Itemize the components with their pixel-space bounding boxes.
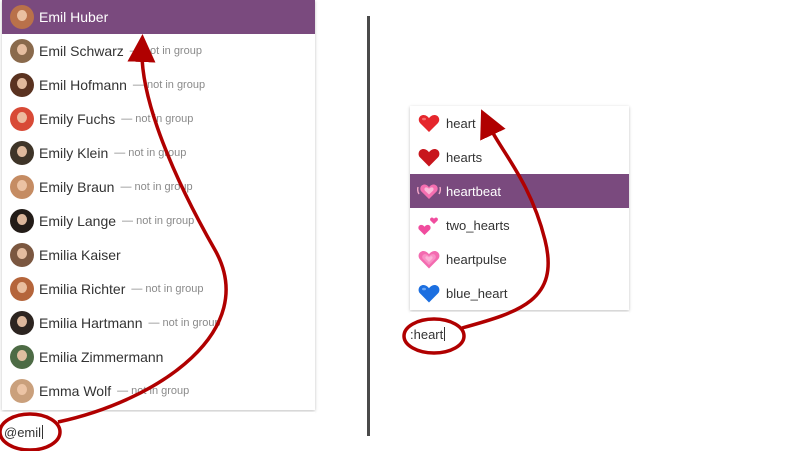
- hearts-suit-icon: [418, 149, 440, 167]
- mention-name: Emilia Zimmermann: [39, 349, 164, 365]
- mention-item[interactable]: Emily Lange — not in group: [2, 204, 315, 238]
- mention-name: Emilia Richter: [39, 281, 126, 297]
- mention-name: Emilia Kaiser: [39, 247, 121, 263]
- mention-item[interactable]: Emily Braun — not in group: [2, 170, 315, 204]
- mention-item[interactable]: Emily Fuchs — not in group: [2, 102, 315, 136]
- user-avatar: [10, 73, 34, 97]
- mention-item[interactable]: Emil Huber: [2, 0, 315, 34]
- mention-item[interactable]: Emil Hofmann — not in group: [2, 68, 315, 102]
- mention-name: Emil Hofmann: [39, 77, 127, 93]
- red-heart-icon: [418, 115, 440, 132]
- user-avatar: [10, 311, 34, 335]
- user-avatar: [10, 277, 34, 301]
- mention-item[interactable]: Emil Schwarz — not in group: [2, 34, 315, 68]
- mention-name: Emily Braun: [39, 179, 115, 195]
- not-in-group-note: — not in group: [129, 45, 202, 57]
- not-in-group-note: — not in group: [131, 283, 204, 295]
- emoji-item[interactable]: heartbeat: [410, 174, 629, 208]
- mention-item[interactable]: Emilia Richter — not in group: [2, 272, 315, 306]
- user-avatar: [10, 175, 34, 199]
- not-in-group-note: — not in group: [122, 215, 195, 227]
- screenshot-canvas: Emil Huber Emil Schwarz — not in group E…: [0, 0, 791, 451]
- emoji-label: heart: [446, 115, 476, 131]
- not-in-group-note: — not in group: [117, 385, 190, 397]
- not-in-group-note: — not in group: [132, 79, 206, 91]
- not-in-group-note: — not in group: [114, 147, 187, 159]
- mention-text-input[interactable]: @emil: [0, 412, 315, 451]
- user-avatar: [10, 379, 34, 403]
- emoji-item[interactable]: hearts: [410, 140, 629, 174]
- emoji-text-input[interactable]: :heart: [410, 312, 629, 356]
- user-avatar: [10, 39, 34, 63]
- growing-heart-icon: [418, 251, 440, 269]
- user-avatar: [10, 345, 34, 369]
- mention-item[interactable]: Emilia Hartmann — not in group: [2, 306, 315, 340]
- user-avatar: [10, 107, 34, 131]
- emoji-item[interactable]: heart: [410, 106, 629, 140]
- blue-heart-icon: [418, 285, 440, 303]
- emoji-item[interactable]: heartpulse: [410, 242, 629, 276]
- mention-name: Emil Huber: [39, 9, 109, 25]
- not-in-group-note: — not in group: [121, 113, 194, 125]
- emoji-label: hearts: [446, 149, 483, 165]
- emoji-autocomplete-dropdown: heart hearts heartbeat two_hearts heartp…: [410, 106, 629, 310]
- user-avatar: [10, 141, 34, 165]
- emoji-item[interactable]: two_hearts: [410, 208, 629, 242]
- emoji-label: two_hearts: [446, 217, 510, 233]
- text-caret: [444, 327, 446, 341]
- emoji-label: heartbeat: [446, 183, 501, 199]
- emoji-label: blue_heart: [446, 285, 508, 301]
- emoji-label: heartpulse: [446, 251, 507, 267]
- mention-input-value: @emil: [4, 425, 42, 440]
- user-avatar: [10, 5, 34, 29]
- text-caret: [42, 425, 44, 439]
- mention-name: Emil Schwarz: [39, 43, 124, 59]
- emoji-item[interactable]: blue_heart: [410, 276, 629, 310]
- not-in-group-note: — not in group: [148, 317, 221, 329]
- mention-item[interactable]: Emma Wolf — not in group: [2, 374, 315, 408]
- mention-name: Emily Lange: [39, 213, 117, 229]
- mention-name: Emily Fuchs: [39, 111, 116, 127]
- divider-line: [367, 16, 370, 436]
- user-avatar: [10, 243, 34, 267]
- emoji-input-value: :heart: [410, 327, 444, 342]
- two-hearts-icon: [418, 217, 438, 235]
- mention-autocomplete-dropdown: Emil Huber Emil Schwarz — not in group E…: [2, 0, 315, 410]
- mention-item[interactable]: Emilia Zimmermann: [2, 340, 315, 374]
- mention-item[interactable]: Emilia Kaiser: [2, 238, 315, 272]
- user-avatar: [10, 209, 34, 233]
- mention-name: Emma Wolf: [39, 383, 112, 399]
- mention-name: Emily Klein: [39, 145, 109, 161]
- not-in-group-note: — not in group: [120, 181, 193, 193]
- mention-item[interactable]: Emily Klein — not in group: [2, 136, 315, 170]
- beating-heart-icon: [417, 184, 441, 199]
- mention-name: Emilia Hartmann: [39, 315, 143, 331]
